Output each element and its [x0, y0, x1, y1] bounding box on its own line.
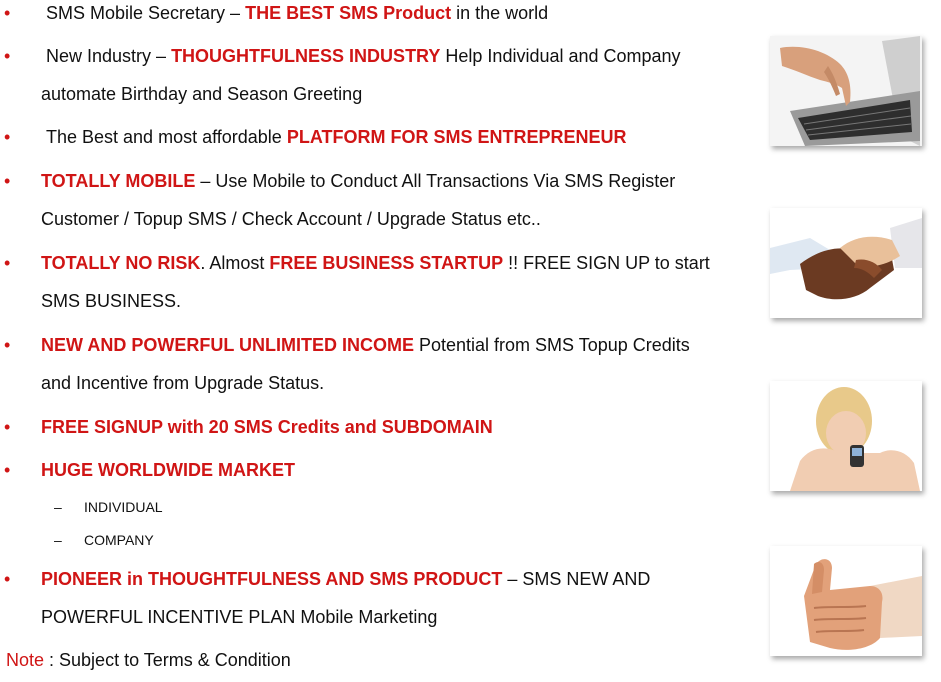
- sub-dash: –: [54, 532, 62, 548]
- bullet-highlight: FREE BUSINESS STARTUP: [269, 253, 504, 273]
- bullet-highlight: HUGE WORLDWIDE MARKET: [41, 460, 295, 480]
- bullet-highlight: TOTALLY NO RISK: [41, 253, 201, 273]
- sub-item-label: INDIVIDUAL: [84, 499, 163, 515]
- bullet-marker: •: [4, 417, 11, 437]
- sub-item-label: COMPANY: [84, 532, 154, 548]
- bullet-text: !! FREE SIGN UP to start: [503, 253, 710, 273]
- bullet-marker: •: [4, 3, 11, 23]
- bullet-marker: •: [4, 460, 11, 480]
- bullet-text: Help Individual and Company: [440, 46, 681, 66]
- bullet-marker: •: [4, 46, 11, 66]
- handshake-photo: [770, 208, 922, 318]
- bullet-text: The Best and most affordable: [46, 127, 287, 147]
- note-label: Note: [6, 650, 45, 670]
- bullet-highlight: NEW AND POWERFUL UNLIMITED INCOME: [41, 335, 414, 355]
- bullet-text: SMS BUSINESS.: [41, 291, 182, 311]
- bullet-text: New Industry –: [46, 46, 172, 66]
- bullet-text: in the world: [451, 3, 549, 23]
- bullet-marker: •: [4, 335, 11, 355]
- bullet-text: automate Birthday and Season Greeting: [41, 84, 363, 104]
- hand-typing-laptop-photo: [770, 36, 922, 146]
- bullet-highlight: PIONEER in THOUGHTFULNESS AND SMS PRODUC…: [41, 569, 503, 589]
- bullet-highlight: TOTALLY MOBILE: [41, 171, 196, 191]
- bullet-marker: •: [4, 253, 11, 273]
- bullet-text: Customer / Topup SMS / Check Account / U…: [41, 209, 541, 229]
- bullet-highlight: PLATFORM FOR SMS ENTREPRENEUR: [286, 127, 627, 147]
- bullet-marker: •: [4, 171, 11, 191]
- bullet-text: – Use Mobile to Conduct All Transactions…: [195, 171, 676, 191]
- sub-item: – COMPANY: [54, 531, 154, 549]
- bullet-text: POWERFUL INCENTIVE PLAN Mobile Marketing: [41, 607, 438, 627]
- bullet-marker: •: [4, 569, 11, 589]
- woman-with-phone-photo: [770, 381, 922, 491]
- bullet-text: Potential from SMS Topup Credits: [413, 335, 690, 355]
- sub-dash: –: [54, 499, 62, 515]
- bullet-text: SMS Mobile Secretary –: [46, 3, 246, 23]
- sub-item: – INDIVIDUAL: [54, 498, 163, 516]
- bullet-marker: •: [4, 127, 11, 147]
- slide: • SMS Mobile Secretary – THE BEST SMS Pr…: [0, 0, 941, 682]
- note: Note : Subject to Terms & Condition: [6, 650, 291, 671]
- bullet-highlight: THE BEST SMS Product: [245, 3, 452, 23]
- bullet-highlight: FREE SIGNUP with 20 SMS Credits and SUBD…: [41, 417, 493, 437]
- bullet-text: . Almost: [200, 253, 270, 273]
- bullet-text: and Incentive from Upgrade Status.: [41, 373, 325, 393]
- note-text: : Subject to Terms & Condition: [44, 650, 291, 670]
- bullet-text: – SMS NEW AND: [502, 569, 651, 589]
- bullet-highlight: THOUGHTFULNESS INDUSTRY: [171, 46, 441, 66]
- thumbs-up-photo: [770, 546, 922, 656]
